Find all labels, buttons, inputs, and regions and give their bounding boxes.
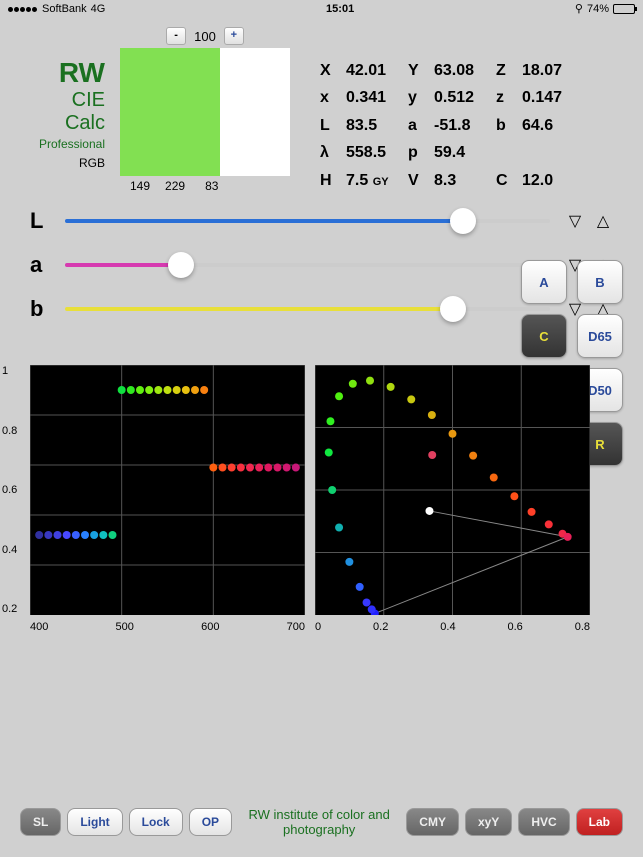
- slider-L-up-icon[interactable]: △: [593, 211, 613, 231]
- institute-label: RW institute of color and photography: [238, 807, 400, 837]
- value-C: 12.0: [522, 172, 572, 193]
- footer-button-op[interactable]: OP: [189, 808, 232, 836]
- chromaticity-chart: 0.8 0.6 0.4 0.2 0 0.2 0.4 0.6 0.8: [315, 365, 590, 615]
- bluetooth-icon: ⚲: [575, 2, 583, 15]
- clock-label: 15:01: [326, 3, 354, 15]
- footer-button-light[interactable]: Light: [67, 808, 122, 836]
- reference-color: [220, 48, 290, 176]
- value-p: 59.4: [434, 144, 484, 165]
- app-pro-label: Professional: [20, 137, 105, 151]
- value-a: -51.8: [434, 117, 484, 138]
- value-Z: 18.07: [522, 62, 572, 83]
- app-title-block: RW CIE Calc Professional RGB: [20, 27, 105, 193]
- footer-button-lock[interactable]: Lock: [129, 808, 183, 836]
- app-calc-label: Calc: [20, 112, 105, 135]
- value-V: 8.3: [434, 172, 484, 193]
- bottom-toolbar: SLLightLockOP RW institute of color and …: [0, 807, 643, 837]
- illuminant-button-D65[interactable]: D65: [577, 314, 623, 358]
- stepper-plus-button[interactable]: +: [224, 27, 244, 45]
- battery-icon: [613, 4, 635, 14]
- colorspace-button-cmy[interactable]: CMY: [406, 808, 459, 836]
- app-cie-label: CIE: [20, 89, 105, 112]
- value-z: 0.147: [522, 89, 572, 110]
- rgb-g-value: 229: [165, 179, 185, 193]
- stepper: - 100 +: [166, 27, 244, 45]
- signal-dots-icon: [8, 3, 38, 15]
- status-bar: SoftBank 4G 15:01 ⚲ 74%: [0, 0, 643, 17]
- illuminant-button-B[interactable]: B: [577, 260, 623, 304]
- value-Y: 63.08: [434, 62, 484, 83]
- colorspace-button-xyy[interactable]: xyY: [465, 808, 512, 836]
- illuminant-button-A[interactable]: A: [521, 260, 567, 304]
- slider-L-down-icon[interactable]: ▽: [565, 211, 585, 231]
- value-X: 42.01: [346, 62, 396, 83]
- network-label: 4G: [91, 3, 106, 15]
- value-L: 83.5: [346, 117, 396, 138]
- rgb-r-value: 149: [130, 179, 150, 193]
- footer-button-sl[interactable]: SL: [20, 808, 61, 836]
- rgb-b-value: 83: [205, 179, 218, 193]
- sample-color: [120, 48, 220, 176]
- spectral-chart: 1 0.8 0.6 0.4 0.2 400 500 600 700: [30, 365, 305, 615]
- color-swatch: [120, 48, 290, 176]
- value-x: 0.341: [346, 89, 396, 110]
- values-grid: X42.01 Y63.08 Z18.07 x0.341 y0.512 z0.14…: [320, 62, 572, 193]
- app-rw-label: RW: [20, 57, 105, 89]
- battery-percent: 74%: [587, 3, 609, 15]
- slider-L[interactable]: L ▽ △: [30, 208, 613, 234]
- value-H: 7.5 GY: [346, 172, 396, 193]
- illuminant-button-C[interactable]: C: [521, 314, 567, 358]
- value-lambda: 558.5: [346, 144, 396, 165]
- rgb-label: RGB: [79, 156, 105, 170]
- stepper-value: 100: [188, 29, 222, 44]
- carrier-label: SoftBank: [42, 3, 87, 15]
- value-y: 0.512: [434, 89, 484, 110]
- colorspace-button-hvc[interactable]: HVC: [518, 808, 569, 836]
- stepper-minus-button[interactable]: -: [166, 27, 186, 45]
- colorspace-button-lab[interactable]: Lab: [576, 808, 623, 836]
- value-b: 64.6: [522, 117, 572, 138]
